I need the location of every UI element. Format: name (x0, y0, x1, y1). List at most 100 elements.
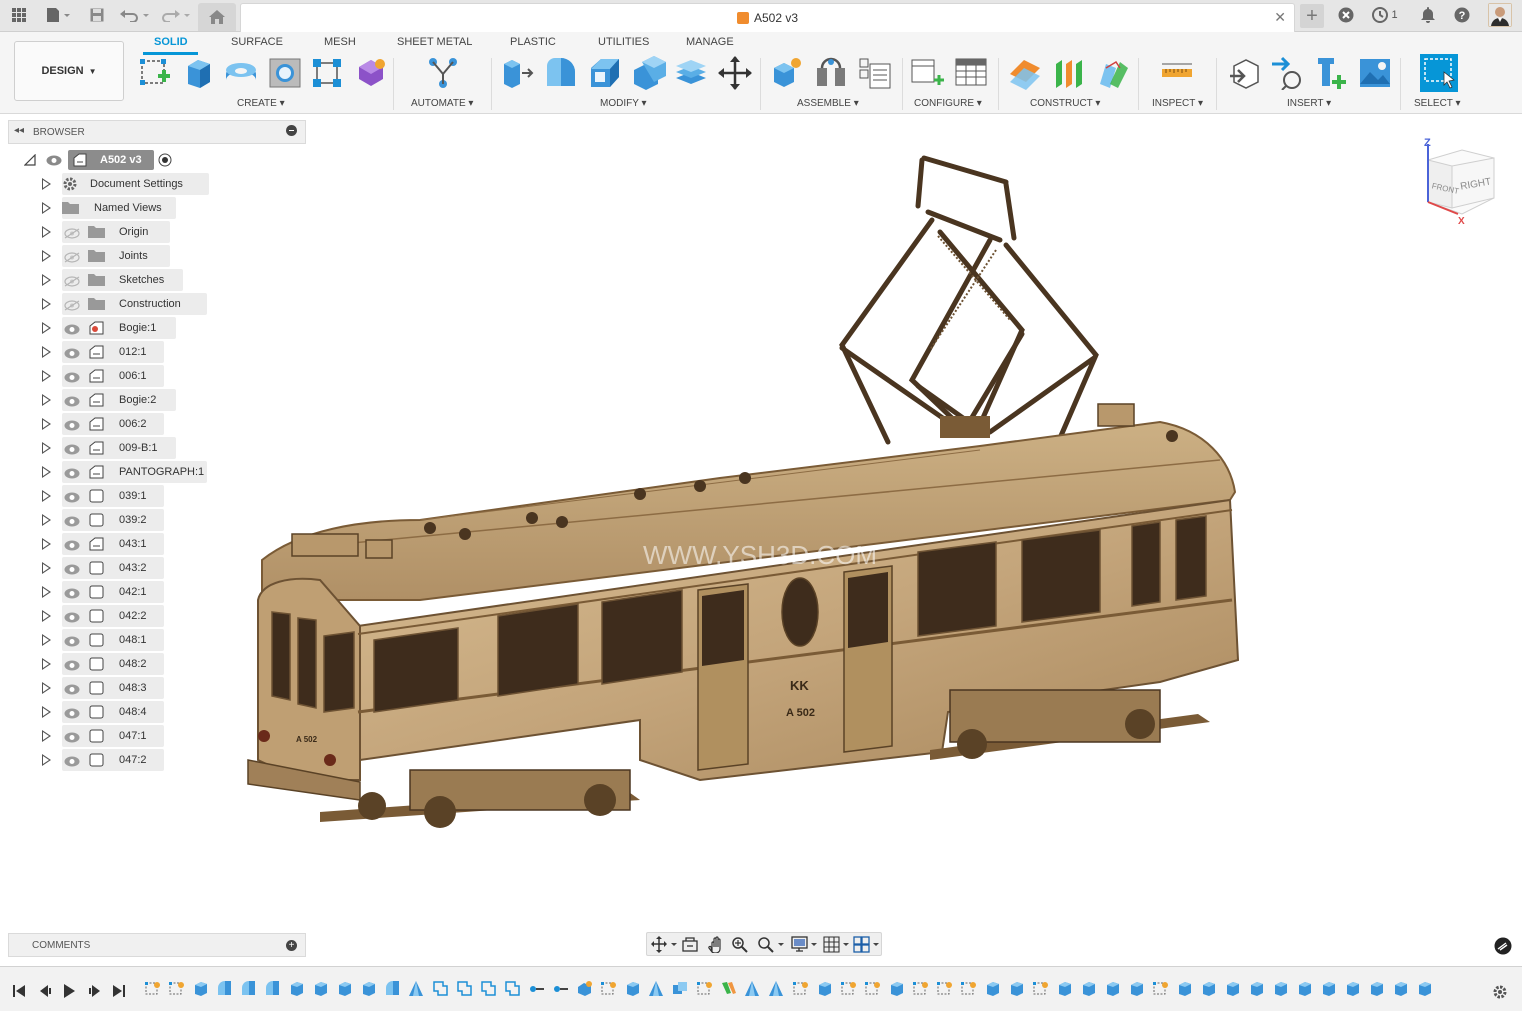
browser-node[interactable]: Origin (0, 221, 306, 243)
timeline-joint-feature-icon[interactable] (528, 980, 545, 997)
job-status-icon[interactable]: 1 (1368, 4, 1402, 26)
timeline-extrude-feature-icon[interactable] (1128, 980, 1145, 997)
browser-node[interactable]: 039:1 (0, 485, 306, 507)
browser-node[interactable]: 048:2 (0, 653, 306, 675)
timeline-sketch-feature-icon[interactable] (960, 980, 977, 997)
shell-icon[interactable] (632, 56, 666, 90)
redo-icon[interactable] (160, 4, 194, 26)
timeline-construct-feature-icon[interactable] (720, 980, 737, 997)
timeline-sketch-feature-icon[interactable] (144, 980, 161, 997)
timeline-extrude-feature-icon[interactable] (1248, 980, 1265, 997)
app-grid-icon[interactable] (10, 4, 28, 26)
create-sketch-icon[interactable] (138, 56, 172, 90)
timeline-sketch-feature-icon[interactable] (840, 980, 857, 997)
group-inspect[interactable]: INSPECT ▾ (1152, 98, 1203, 109)
browser-node[interactable]: PANTOGRAPH:1 (0, 461, 306, 483)
timeline-extrude-feature-icon[interactable] (1368, 980, 1385, 997)
activate-radio-icon[interactable] (158, 153, 172, 167)
pan-hand-icon[interactable] (707, 936, 725, 953)
expand-triangle-icon[interactable] (42, 730, 51, 742)
browser-node[interactable]: Sketches (0, 269, 306, 291)
notifications-bell-icon[interactable] (1418, 4, 1438, 26)
browser-node[interactable]: 047:1 (0, 725, 306, 747)
timeline-revolve-feature-icon[interactable] (264, 980, 281, 997)
timeline-revolve-feature-icon[interactable] (240, 980, 257, 997)
browser-node[interactable]: Document Settings (0, 173, 306, 195)
browser-node[interactable]: 047:2 (0, 749, 306, 771)
timeline-extrude-feature-icon[interactable] (336, 980, 353, 997)
expand-triangle-icon[interactable] (42, 706, 51, 718)
timeline-extrude-feature-icon[interactable] (1320, 980, 1337, 997)
timeline-sketch-feature-icon[interactable] (1032, 980, 1049, 997)
measure-tool-badge-icon[interactable] (1494, 937, 1512, 955)
timeline-sketch-feature-icon[interactable] (936, 980, 953, 997)
timeline-play-icon[interactable] (62, 984, 76, 998)
automate-icon[interactable] (426, 56, 460, 90)
timeline-sketch-feature-icon[interactable] (864, 980, 881, 997)
file-menu-icon[interactable] (44, 4, 72, 26)
viewcube[interactable]: Z X FRONT RIGHT (1424, 137, 1495, 227)
timeline-extrude-feature-icon[interactable] (1296, 980, 1313, 997)
timeline-sketch-feature-icon[interactable] (1152, 980, 1169, 997)
visibility-hidden-icon[interactable] (64, 250, 80, 263)
expand-triangle-icon[interactable] (42, 322, 51, 334)
visibility-eye-icon[interactable] (64, 538, 80, 551)
timeline-extrude-feature-icon[interactable] (312, 980, 329, 997)
timeline-extrude-feature-icon[interactable] (1224, 980, 1241, 997)
timeline-extrude-feature-icon[interactable] (1416, 980, 1433, 997)
viewports-icon[interactable] (853, 936, 881, 953)
timeline-extrude-feature-icon[interactable] (984, 980, 1001, 997)
timeline-sketch-feature-icon[interactable] (696, 980, 713, 997)
expand-triangle-icon[interactable] (42, 682, 51, 694)
expand-triangle-icon[interactable] (42, 394, 51, 406)
expand-triangle-icon[interactable] (42, 610, 51, 622)
revolve-icon[interactable] (224, 56, 258, 90)
visibility-eye-icon[interactable] (64, 394, 80, 407)
insert-derive-icon[interactable] (1228, 56, 1262, 90)
timeline-revolve-feature-icon[interactable] (384, 980, 401, 997)
tab-surface[interactable]: SURFACE (231, 36, 283, 48)
browser-node[interactable]: 012:1 (0, 341, 306, 363)
group-select[interactable]: SELECT ▾ (1414, 98, 1461, 109)
close-tab-icon[interactable]: ✕ (1274, 9, 1286, 26)
joint-icon[interactable] (814, 56, 848, 90)
visibility-eye-icon[interactable] (64, 610, 80, 623)
extensions-icon[interactable] (1336, 4, 1356, 26)
hole-icon[interactable] (268, 56, 302, 90)
insert-component-icon[interactable] (1314, 56, 1348, 90)
timeline-plane-feature-icon[interactable] (504, 980, 521, 997)
group-modify[interactable]: MODIFY ▾ (600, 98, 647, 109)
timeline-extrude-feature-icon[interactable] (1344, 980, 1361, 997)
timeline-track[interactable] (144, 979, 1470, 1001)
tab-utilities[interactable]: UTILITIES (598, 36, 649, 48)
timeline-sketch-feature-icon[interactable] (792, 980, 809, 997)
configuration-table-icon[interactable] (954, 56, 988, 90)
visibility-hidden-icon[interactable] (64, 274, 80, 287)
browser-node[interactable]: 006:2 (0, 413, 306, 435)
create-form-icon[interactable] (354, 56, 388, 90)
expand-triangle-icon[interactable] (42, 658, 51, 670)
comments-panel-header[interactable]: COMMENTS + (8, 933, 306, 957)
expand-triangle-icon[interactable] (42, 178, 51, 190)
display-settings-icon[interactable] (791, 936, 819, 953)
visibility-eye-icon[interactable] (64, 490, 80, 503)
timeline-extrude-feature-icon[interactable] (1200, 980, 1217, 997)
visibility-eye-icon[interactable] (64, 322, 80, 335)
visibility-eye-icon[interactable] (64, 706, 80, 719)
browser-root-node[interactable]: A502 v3 (0, 150, 200, 172)
new-component-icon[interactable] (770, 56, 804, 90)
timeline-extrude-feature-icon[interactable] (1392, 980, 1409, 997)
visibility-hidden-icon[interactable] (64, 226, 80, 239)
visibility-eye-icon[interactable] (64, 418, 80, 431)
configure-icon[interactable] (910, 56, 944, 90)
expand-triangle-icon[interactable] (42, 226, 51, 238)
timeline-loft-feature-icon[interactable] (648, 980, 665, 997)
timeline-end-icon[interactable] (112, 984, 126, 998)
browser-node[interactable]: Joints (0, 245, 306, 267)
press-pull-icon[interactable] (500, 56, 534, 90)
group-create[interactable]: CREATE ▾ (237, 98, 285, 109)
expand-triangle-icon[interactable] (42, 202, 51, 214)
timeline-step-back-icon[interactable] (38, 984, 52, 998)
grid-snaps-icon[interactable] (823, 936, 851, 953)
timeline-plane-feature-icon[interactable] (480, 980, 497, 997)
